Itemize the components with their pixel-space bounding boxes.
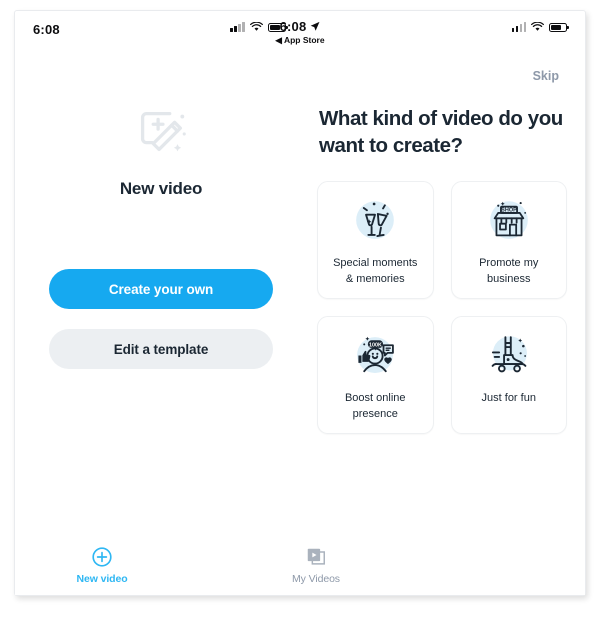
status-bar-center: 6:08 ◀ App Store [275, 19, 324, 46]
tab-label: New video [76, 572, 128, 585]
shop-sign-text: SHOP [501, 208, 517, 214]
card-boost-online-presence[interactable]: 100K Boost online presence [317, 316, 434, 434]
card-label: Just for fun [481, 392, 536, 404]
card-label: Boost online presence [344, 392, 406, 420]
storefront-shop-icon: SHOP [489, 201, 528, 239]
social-engagement-icon: 100K [357, 336, 395, 374]
new-video-hero: New video [15, 101, 307, 199]
page-title: What kind of video do you want to create… [319, 107, 563, 158]
new-video-panel: New video Create your own Edit a templat… [15, 53, 307, 535]
card-promote-business[interactable]: SHOP Promote my business [450, 181, 567, 299]
tab-new-video[interactable]: New video [29, 535, 175, 595]
cellular-signal-icon [230, 21, 245, 32]
status-bar-right-indicators [511, 21, 569, 32]
tab-my-videos[interactable]: My Videos [243, 535, 389, 595]
video-library-icon [307, 548, 325, 565]
status-bar-left-time: 6:08 [33, 22, 60, 37]
skip-button[interactable]: Skip [533, 69, 559, 83]
video-kind-card-grid: Special moments & memories SHOP Promote … [317, 181, 567, 434]
bottom-tab-bar: New video My Videos [15, 535, 585, 595]
location-arrow-icon [310, 21, 320, 31]
device-frame: 6:08 6:08 ◀ App Store New video Create y… [14, 10, 586, 596]
champagne-toast-icon [356, 201, 395, 239]
main-content: New video Create your own Edit a templat… [15, 53, 585, 535]
status-bar: 6:08 6:08 ◀ App Store [15, 11, 585, 53]
new-video-magic-wand-icon [140, 111, 186, 152]
follower-count-badge: 100K [369, 343, 382, 349]
card-label: Special moments & memories [333, 257, 418, 285]
tab-label: My Videos [292, 572, 340, 585]
battery-icon [549, 22, 569, 32]
card-special-moments[interactable]: Special moments & memories [317, 181, 434, 299]
status-bar-center-time-row: 6:08 [275, 19, 324, 34]
cellular-signal-icon [511, 21, 526, 32]
skateboard-sneaker-icon [491, 336, 527, 373]
new-video-title: New video [119, 179, 203, 198]
status-bar-center-time: 6:08 [279, 19, 307, 34]
video-kind-panel: Skip What kind of video do you want to c… [307, 53, 585, 535]
card-just-for-fun[interactable]: Just for fun [450, 316, 567, 434]
app-screenshot: 6:08 6:08 ◀ App Store New video Create y… [0, 0, 600, 620]
status-bar-back-to-app[interactable]: ◀ App Store [275, 35, 324, 46]
edit-a-template-button[interactable]: Edit a template [49, 329, 273, 369]
card-label: Promote my business [479, 257, 539, 285]
create-your-own-button[interactable]: Create your own [49, 269, 273, 309]
wifi-icon [531, 22, 544, 31]
plus-circle-icon [92, 546, 112, 567]
new-video-actions: Create your own Edit a template [49, 269, 273, 369]
wifi-icon [249, 22, 263, 31]
